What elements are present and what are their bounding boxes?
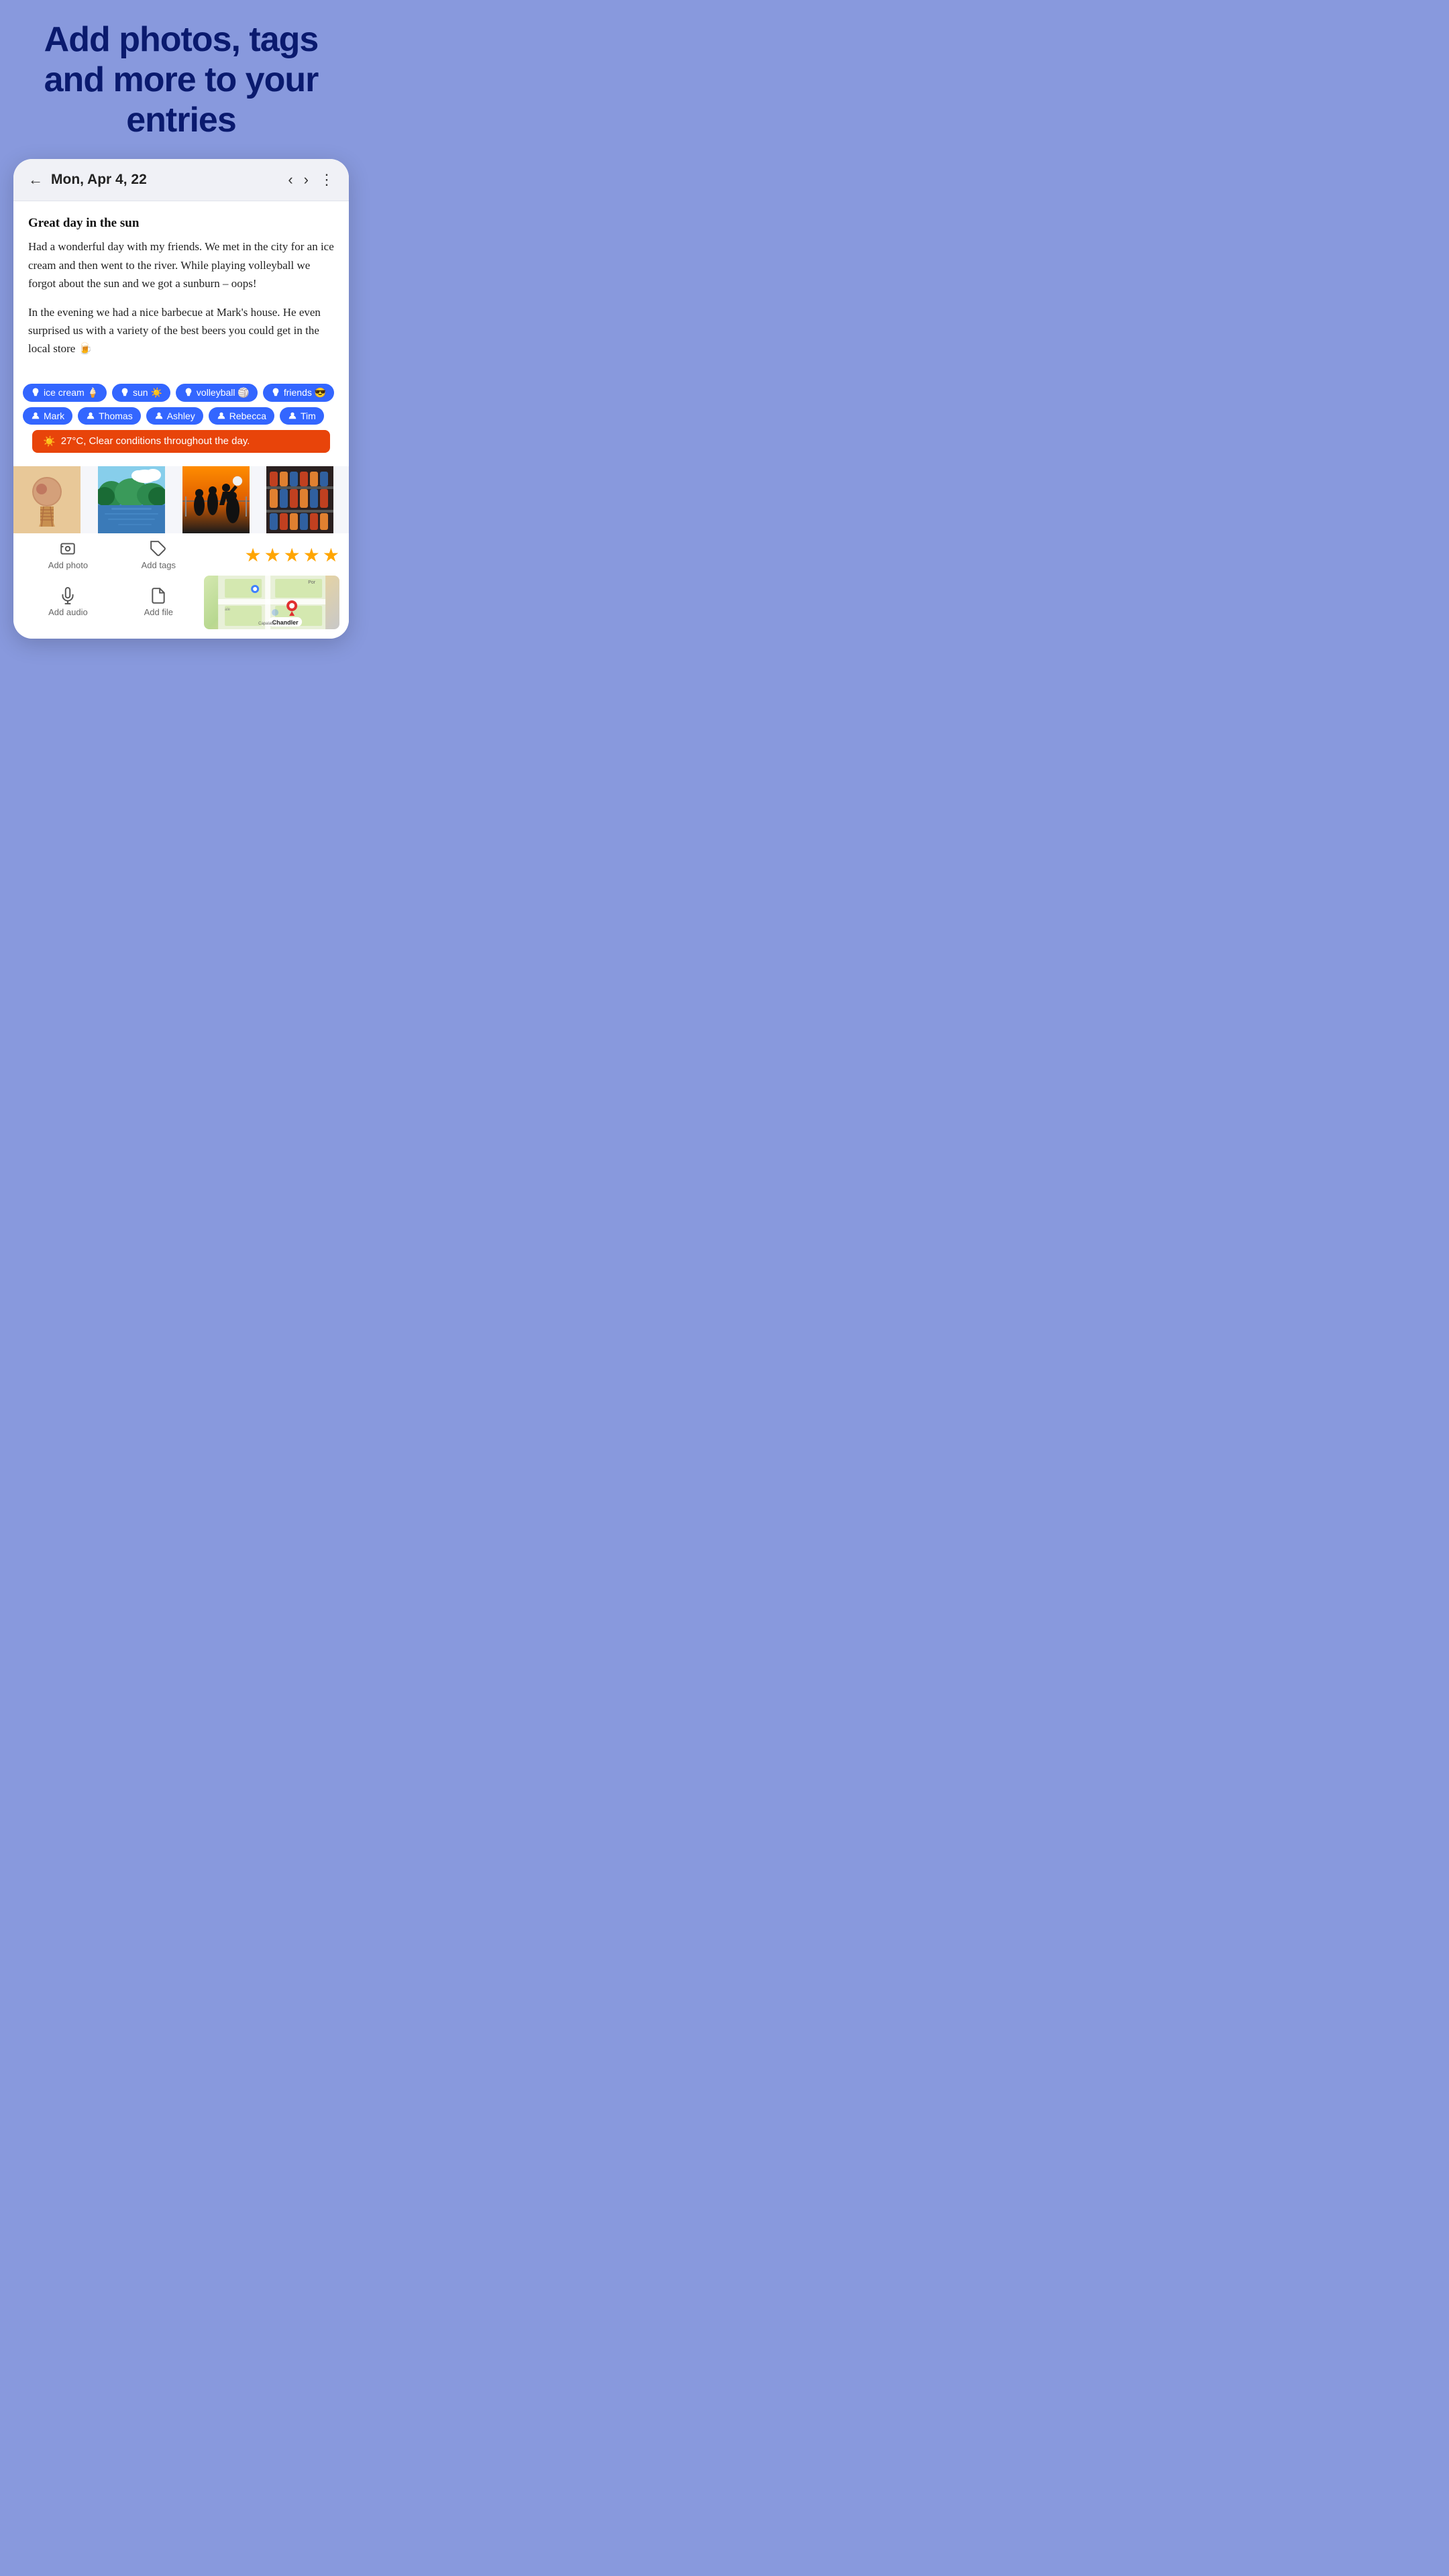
star-1[interactable]: ★	[244, 544, 261, 566]
photo-icecream[interactable]	[13, 466, 80, 533]
photo-beer[interactable]	[266, 466, 333, 533]
tag-ashley-label: Ashley	[167, 411, 195, 421]
add-tags-label: Add tags	[142, 560, 176, 570]
entry-paragraph-1: Had a wonderful day with my friends. We …	[28, 237, 334, 292]
header-left: ← Mon, Apr 4, 22	[28, 171, 147, 189]
tag-rebecca[interactable]: Rebecca	[209, 407, 274, 425]
tag-sun[interactable]: sun ☀️	[112, 384, 170, 402]
weather-bar: ☀️ 27°C, Clear conditions throughout the…	[32, 430, 330, 453]
add-audio-button[interactable]: Add audio	[23, 587, 113, 617]
stars-area: ★ ★ ★ ★ ★	[204, 544, 339, 566]
tag-friends-label: friends 😎	[284, 387, 326, 398]
entry-text: Had a wonderful day with my friends. We …	[28, 237, 334, 358]
svg-text:Por: Por	[308, 580, 316, 585]
add-photo-button[interactable]: Add photo	[23, 540, 113, 570]
photos-grid	[13, 466, 349, 533]
journal-card: ← Mon, Apr 4, 22 ‹ › ⋮ Great day in the …	[13, 159, 349, 638]
add-file-button[interactable]: Add file	[113, 587, 204, 617]
tag-icecream[interactable]: ice cream 🍦	[23, 384, 107, 402]
photo-volleyball[interactable]	[182, 466, 250, 533]
back-button[interactable]: ←	[28, 171, 43, 189]
bottom-toolbar: Add photo Add tags ★ ★ ★ ★ ★	[13, 533, 349, 639]
weather-icon: ☀️	[43, 435, 56, 447]
header-right: ‹ › ⋮	[288, 171, 334, 189]
entry-paragraph-2: In the evening we had a nice barbecue at…	[28, 303, 334, 358]
entry-date: Mon, Apr 4, 22	[51, 172, 147, 188]
tag-thomas[interactable]: Thomas	[78, 407, 141, 425]
tag-tim[interactable]: Tim	[280, 407, 324, 425]
tag-rebecca-label: Rebecca	[229, 411, 266, 421]
photo-river[interactable]	[98, 466, 165, 533]
toolbar-row-2: Add audio Add file	[23, 576, 339, 629]
tag-icecream-label: ice cream 🍦	[44, 387, 99, 398]
prev-button[interactable]: ‹	[288, 171, 292, 189]
entry-body: Great day in the sun Had a wonderful day…	[13, 201, 349, 376]
hero-title: Add photos, tags and more to your entrie…	[13, 20, 349, 140]
svg-text:Capalaba: Capalaba	[258, 622, 276, 626]
tag-mark-label: Mark	[44, 411, 64, 421]
add-tags-button[interactable]: Add tags	[113, 540, 204, 570]
tag-volleyball[interactable]: volleyball 🏐	[176, 384, 258, 402]
tag-tim-label: Tim	[301, 411, 316, 421]
star-3[interactable]: ★	[284, 544, 301, 566]
add-audio-label: Add audio	[48, 607, 88, 617]
next-button[interactable]: ›	[304, 171, 309, 189]
more-options-button[interactable]: ⋮	[319, 171, 334, 189]
weather-text: 27°C, Clear conditions throughout the da…	[61, 435, 250, 447]
tag-thomas-label: Thomas	[99, 411, 133, 421]
svg-text:Chandler: Chandler	[272, 619, 299, 626]
add-photo-label: Add photo	[48, 560, 88, 570]
map-area[interactable]: Chandler Por ale Capalaba	[204, 576, 339, 629]
tag-mark[interactable]: Mark	[23, 407, 72, 425]
tag-volleyball-label: volleyball 🏐	[197, 387, 250, 398]
toolbar-row-1: Add photo Add tags ★ ★ ★ ★ ★	[23, 540, 339, 570]
svg-text:ale: ale	[225, 608, 231, 612]
star-4[interactable]: ★	[303, 544, 320, 566]
tag-ashley[interactable]: Ashley	[146, 407, 203, 425]
add-file-label: Add file	[144, 607, 173, 617]
tag-sun-label: sun ☀️	[133, 387, 162, 398]
star-5[interactable]: ★	[323, 544, 339, 566]
tags-section: ice cream 🍦 sun ☀️ volleyball 🏐 friends …	[13, 377, 349, 430]
card-header: ← Mon, Apr 4, 22 ‹ › ⋮	[13, 159, 349, 201]
tag-friends[interactable]: friends 😎	[263, 384, 334, 402]
entry-title: Great day in the sun	[28, 216, 334, 231]
star-2[interactable]: ★	[264, 544, 281, 566]
